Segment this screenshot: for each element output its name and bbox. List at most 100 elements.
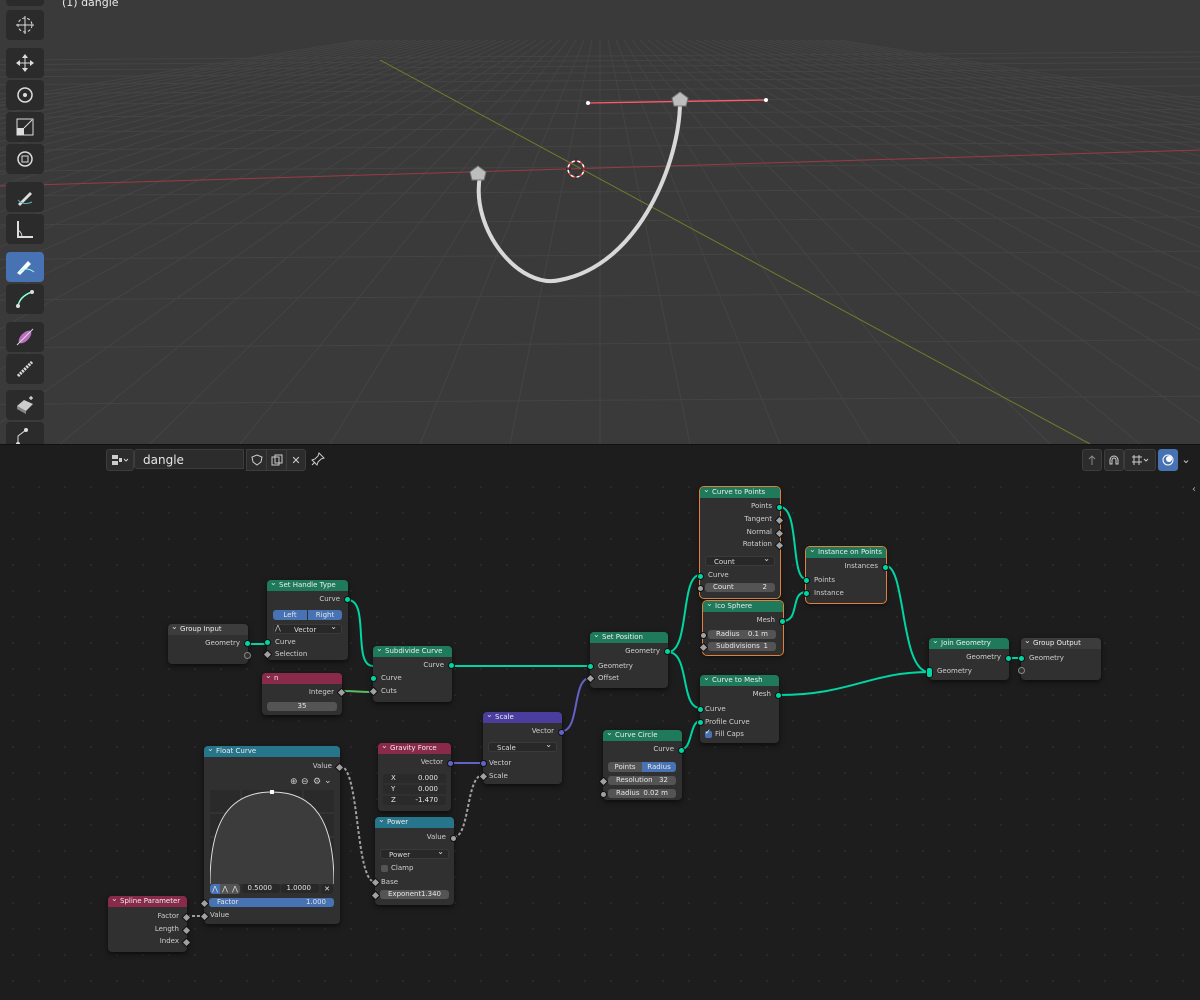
z-field[interactable]: Z -1.470 bbox=[383, 796, 446, 805]
move-icon[interactable] bbox=[6, 48, 44, 78]
overlays-dropdown-chevron-down-icon[interactable]: ⌄ bbox=[1178, 449, 1194, 469]
set-position-node[interactable]: Set Position Geometry Geometry Offset bbox=[585, 629, 671, 688]
clamp-checkbox[interactable] bbox=[381, 865, 388, 872]
curve-input-socket[interactable] bbox=[370, 675, 377, 682]
draw-curve-icon[interactable] bbox=[6, 252, 44, 282]
power-math-node[interactable]: Power Value Power Clamp Base Exponent1.3… bbox=[370, 814, 457, 905]
group-input-node[interactable]: Group Input Geometry bbox=[168, 621, 251, 664]
handle-point-right[interactable] bbox=[764, 98, 768, 102]
curve-output-socket[interactable] bbox=[448, 662, 455, 669]
set-handle-type-node[interactable]: Set Handle Type Curve Left Right Vector … bbox=[262, 577, 351, 660]
index-output-socket[interactable] bbox=[181, 937, 192, 948]
free-handle-icon[interactable]: ⋀ bbox=[230, 884, 240, 894]
instances-output-socket[interactable] bbox=[882, 564, 889, 571]
selection-input-socket[interactable] bbox=[262, 649, 273, 660]
point-x-field[interactable]: 0.5000 bbox=[242, 884, 280, 893]
handle-point-left[interactable] bbox=[586, 101, 590, 105]
points-mode-toggle[interactable]: Points bbox=[608, 762, 642, 772]
vector-output-socket[interactable] bbox=[447, 760, 454, 767]
exponent-input-socket[interactable] bbox=[370, 890, 381, 901]
curve-input-socket[interactable] bbox=[697, 706, 704, 713]
curve-input-socket[interactable] bbox=[697, 573, 704, 580]
handle-type-dropdown[interactable]: Vector bbox=[273, 622, 342, 634]
zoom-out-icon[interactable]: ⊖ bbox=[301, 777, 309, 787]
vector-handle-icon[interactable]: ⋀ bbox=[220, 884, 230, 894]
value-output-socket[interactable] bbox=[334, 762, 345, 773]
delete-point-icon[interactable]: ✕ bbox=[321, 884, 333, 894]
vector-output-socket[interactable] bbox=[558, 729, 565, 736]
exponent-field[interactable]: Exponent 1.340 bbox=[380, 890, 449, 899]
cursor-icon[interactable] bbox=[6, 10, 44, 40]
select-box-icon[interactable] bbox=[6, 0, 44, 6]
empty-output-socket[interactable] bbox=[244, 652, 251, 659]
join-geometry-node[interactable]: Join Geometry Geometry Geometry bbox=[926, 635, 1012, 680]
right-toggle[interactable]: Right bbox=[308, 610, 342, 620]
instance-on-points-node[interactable]: Instance on Points Instances Points Inst… bbox=[803, 544, 889, 604]
parent-node-tree-icon[interactable] bbox=[1082, 449, 1102, 471]
pin-icon[interactable] bbox=[308, 449, 328, 469]
fake-user-shield-icon[interactable] bbox=[246, 449, 268, 471]
scale-input-socket[interactable] bbox=[478, 771, 489, 782]
curve-circle-node[interactable]: Curve Circle Curve Points Radius Resolut… bbox=[598, 727, 685, 800]
integer-value-field[interactable]: 35 bbox=[267, 702, 337, 711]
factor-output-socket[interactable] bbox=[181, 912, 192, 923]
geometry-output-socket[interactable] bbox=[244, 640, 251, 647]
rotation-output-socket[interactable] bbox=[774, 540, 785, 551]
y-field[interactable]: Y 0.000 bbox=[383, 785, 446, 794]
tree-type-dropdown[interactable] bbox=[106, 449, 134, 471]
radius-mode-toggle[interactable]: Radius bbox=[642, 762, 676, 772]
node-canvas[interactable]: Group Input Geometry Set Handle Type Cur… bbox=[0, 474, 1200, 1000]
3d-viewport[interactable]: (1) dangle bbox=[0, 0, 1200, 444]
curve-input-socket[interactable] bbox=[264, 639, 271, 646]
radius-input-socket[interactable] bbox=[700, 632, 707, 639]
radius-input-socket[interactable] bbox=[600, 791, 607, 798]
normal-output-socket[interactable] bbox=[774, 528, 785, 539]
gravity-force-node[interactable]: Gravity Force Vector X 0.000 Y 0.000 Z -1.4… bbox=[378, 740, 454, 811]
tangent-output-socket[interactable] bbox=[774, 515, 785, 526]
snap-grid-dropdown[interactable] bbox=[1124, 449, 1156, 471]
annotate-icon[interactable] bbox=[6, 182, 44, 212]
geometry-output-socket[interactable] bbox=[664, 648, 671, 655]
scale-icon[interactable] bbox=[6, 112, 44, 142]
base-input-socket[interactable] bbox=[370, 877, 381, 888]
transform-icon[interactable] bbox=[6, 144, 44, 174]
x-field[interactable]: X 0.000 bbox=[383, 774, 446, 783]
mesh-output-socket[interactable] bbox=[779, 618, 786, 625]
empty-input-socket[interactable] bbox=[1018, 667, 1025, 674]
radius-field[interactable]: Radius 0.1 m bbox=[708, 630, 776, 639]
integer-output-socket[interactable] bbox=[336, 687, 347, 698]
ico-sphere-node[interactable]: Ico Sphere Mesh Radius 0.1 m Subdivisions… bbox=[698, 598, 786, 656]
subdivisions-field[interactable]: Subdivisions 1 bbox=[708, 642, 776, 651]
offset-input-socket[interactable] bbox=[585, 673, 596, 684]
node-tree-name-field[interactable]: dangle bbox=[134, 449, 244, 469]
n-integer-node[interactable]: n Integer 35 bbox=[262, 670, 347, 715]
resolution-field[interactable]: Resolution 32 bbox=[608, 776, 676, 785]
points-output-socket[interactable] bbox=[776, 504, 783, 511]
overlays-icon[interactable] bbox=[1158, 449, 1178, 471]
curve-control-point[interactable] bbox=[270, 790, 274, 794]
extrude-cube-icon[interactable] bbox=[6, 390, 44, 420]
operation-dropdown[interactable]: Scale bbox=[488, 740, 557, 752]
subdivisions-input-socket[interactable] bbox=[698, 642, 709, 653]
instance-input-socket[interactable] bbox=[803, 590, 810, 597]
value-output-socket[interactable] bbox=[450, 835, 457, 842]
point-y-field[interactable]: 1.0000 bbox=[281, 884, 319, 893]
endpoint-sphere-top[interactable] bbox=[671, 91, 689, 107]
left-toggle[interactable]: Left bbox=[273, 610, 307, 620]
length-output-socket[interactable] bbox=[181, 925, 192, 936]
curve-to-points-node[interactable]: Curve to Points Points Tangent Normal Ro… bbox=[697, 484, 785, 599]
count-input-socket[interactable] bbox=[697, 585, 704, 592]
unlink-close-icon[interactable]: ✕ bbox=[286, 449, 306, 471]
factor-field[interactable]: Factor 1.000 bbox=[209, 898, 334, 907]
geometry-input-socket[interactable] bbox=[587, 663, 594, 670]
factor-input-socket[interactable] bbox=[199, 898, 210, 909]
rotate-icon[interactable] bbox=[6, 80, 44, 110]
zoom-in-icon[interactable]: ⊕ bbox=[290, 777, 298, 787]
gear-icon[interactable]: ⚙ bbox=[313, 777, 321, 787]
curve-mapping-widget[interactable] bbox=[210, 790, 334, 884]
vector-input-socket[interactable] bbox=[480, 760, 487, 767]
measure-icon[interactable] bbox=[6, 214, 44, 244]
mode-dropdown[interactable]: Count bbox=[705, 554, 775, 566]
profile-curve-input-socket[interactable] bbox=[697, 719, 704, 726]
radius-icon[interactable] bbox=[6, 322, 44, 352]
